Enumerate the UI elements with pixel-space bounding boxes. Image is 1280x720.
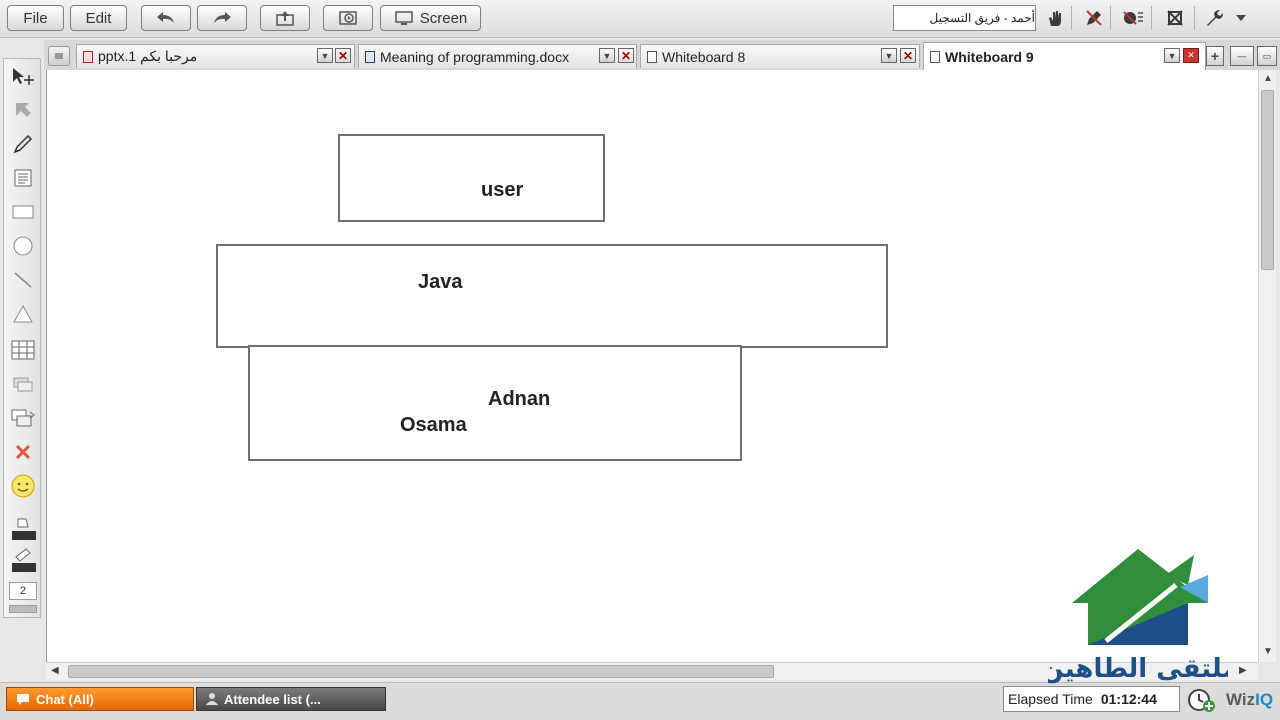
page-icon [647,50,657,63]
app-window: File Edit Screen أحمد - فريق التسجيل مرح… [0,0,1280,720]
user-name-text: أحمد - فريق التسجيل [929,11,1035,25]
watermark-logo: ملتقى الطاهين [1041,545,1239,685]
toolbar-divider [1151,6,1152,30]
clock-add-icon [1188,689,1215,712]
upload-button[interactable] [260,5,310,31]
rectangle-icon[interactable] [8,197,38,227]
toolbar-divider [1194,6,1195,30]
pointer-icon[interactable] [8,95,38,125]
page-number-field[interactable]: 2 [9,582,37,600]
docx-file-icon [365,50,375,63]
chat-bubble-icon [17,694,29,705]
file-menu-label: File [23,9,48,27]
emoticon-icon[interactable] [8,471,38,501]
tab-label: مرحبا بكم 1.pptx [98,48,198,64]
audio-icon[interactable] [1121,7,1145,29]
tab-document[interactable]: Meaning of programming.docx [358,44,637,68]
redo-icon [214,12,231,23]
close-tab-button[interactable]: ✕ [618,48,634,63]
elapsed-time-display: Elapsed Time 01:12:44 [1003,686,1180,712]
page-icon [930,50,940,63]
file-menu-button[interactable]: File [7,5,64,31]
whiteboard-text[interactable]: Adnan [488,388,550,411]
toolbar-divider [1071,6,1072,30]
page-number-text: 2 [19,585,27,597]
elapsed-time-value: 01:12:44 [1100,691,1157,707]
top-toolbar: File Edit Screen أحمد - فريق التسجيل [0,0,1280,38]
settings-icon[interactable] [1203,7,1227,29]
attendee-list-tab[interactable]: Attendee list (... [196,687,386,711]
raise-hand-icon[interactable] [1043,7,1067,29]
close-tab-button[interactable]: ✕ [335,48,351,63]
edit-menu-label: Edit [85,9,112,27]
fill-color-icon[interactable] [12,515,36,540]
elapsed-time-label: Elapsed Time [1008,691,1093,707]
record-icon [339,11,357,25]
tab-menu-button[interactable]: ▼ [599,48,615,63]
tab-menu-button[interactable]: ▼ [881,48,897,63]
whiteboard-text[interactable]: user [481,179,523,202]
redo-button[interactable] [197,5,247,31]
chat-tab[interactable]: Chat (All) [6,687,194,711]
screen-share-icon [394,11,413,25]
add-time-button[interactable] [1186,686,1218,714]
close-tab-button[interactable]: ✕ [1183,48,1199,63]
minimize-panel-button[interactable]: — [1230,46,1254,66]
tab-presentation[interactable]: مرحبا بكم 1.pptx [76,44,355,68]
tab-whiteboard-8[interactable]: Whiteboard 8 [640,44,920,68]
delete-icon[interactable] [8,437,38,467]
scroll-right-icon[interactable]: ▶ [1239,665,1247,676]
undo-button[interactable] [141,5,191,31]
undo-icon [157,12,174,23]
screen-share-label: Screen [419,9,468,27]
vertical-scroll-thumb[interactable] [1261,90,1274,270]
edit-menu-button[interactable]: Edit [70,5,127,31]
clear-icon[interactable] [1163,7,1187,29]
scroll-up-icon[interactable]: ▲ [1263,73,1273,84]
tab-menu-button[interactable]: ▼ [317,48,333,63]
tab-scroll-icon [55,53,63,59]
select-move-icon[interactable] [8,61,38,91]
vertical-scrollbar[interactable]: ▲ ▼ [1258,70,1276,662]
ellipse-icon[interactable] [8,231,38,261]
whiteboard-text[interactable]: Java [418,271,463,294]
tab-scroll-left-button[interactable] [48,46,70,66]
user-name-field: أحمد - فريق التسجيل [893,5,1036,31]
pptx-file-icon [83,50,93,63]
toolbar-divider [1110,6,1111,30]
attendee-list-label: Attendee list (... [224,691,321,707]
shape-rectangle[interactable] [338,134,605,222]
line-color-icon[interactable] [12,547,36,572]
add-tab-button[interactable]: + [1206,46,1224,66]
watermark-text: ملتقى الطاهين [1048,654,1228,684]
upload-icon [276,11,294,26]
shape-rectangle[interactable] [216,244,888,348]
tab-menu-button[interactable]: ▼ [1164,48,1180,63]
dropdown-icon[interactable] [1232,7,1250,29]
fullscreen-button[interactable]: ▭ [1257,46,1277,66]
wiziq-logo: WizIQ [1226,690,1274,709]
user-icon [206,693,218,705]
chat-tab-label: Chat (All) [36,691,94,707]
screen-share-button[interactable]: Screen [380,5,481,31]
eraser-icon[interactable] [8,369,38,399]
pen-permission-icon[interactable] [1082,7,1106,29]
text-icon[interactable] [8,163,38,193]
close-tab-button[interactable]: ✕ [900,48,916,63]
line-icon[interactable] [8,265,38,295]
scroll-down-icon[interactable]: ▼ [1263,646,1273,657]
layers-icon[interactable] [8,403,38,433]
page-stepper[interactable] [9,605,37,613]
triangle-icon[interactable] [8,299,38,329]
record-button[interactable] [323,5,373,31]
pen-icon[interactable] [8,129,38,159]
table-icon[interactable] [8,335,38,365]
tool-panel: 2 [3,58,41,618]
tab-label: Meaning of programming.docx [380,48,570,65]
whiteboard-text[interactable]: Osama [400,414,467,437]
scroll-left-icon[interactable]: ◀ [51,665,59,676]
horizontal-scroll-thumb[interactable] [68,665,774,678]
